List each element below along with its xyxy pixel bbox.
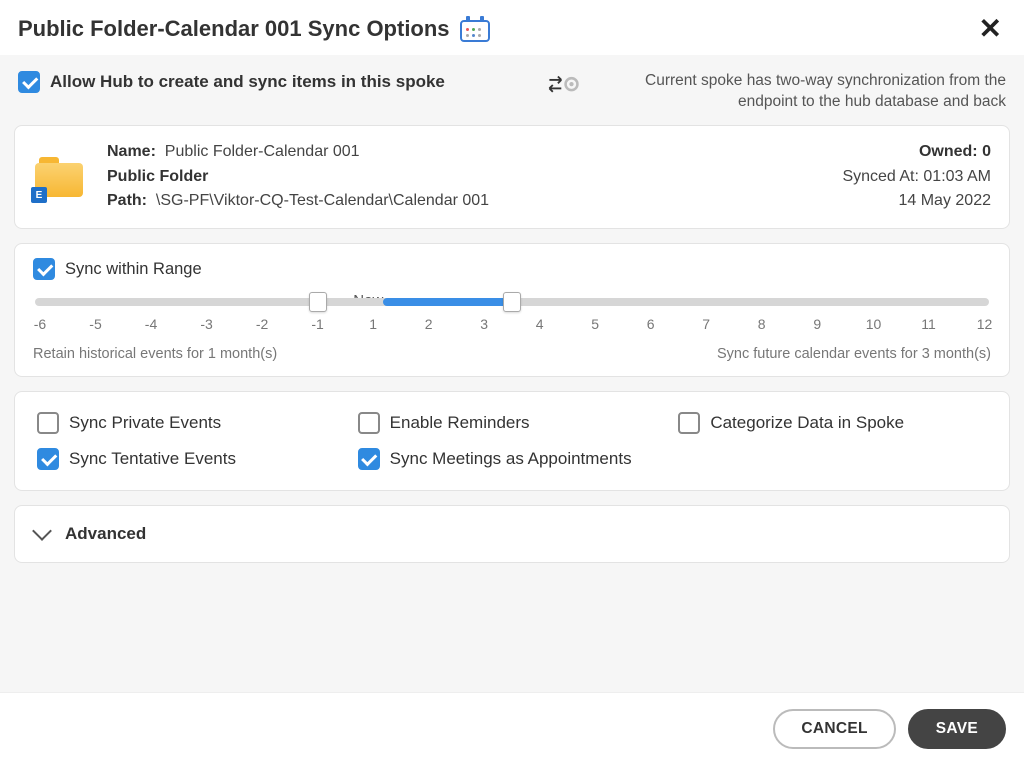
advanced-label: Advanced	[65, 524, 146, 544]
sync-mode-description-box: Current spoke has two-way synchronizatio…	[546, 71, 1006, 113]
sync-mode-description: Current spoke has two-way synchronizatio…	[590, 71, 1006, 113]
sync-options-card: Sync Private Events Enable Reminders Cat…	[14, 391, 1010, 491]
sync-range-checkbox[interactable]	[33, 258, 55, 280]
path-value: \SG-PF\Viktor-CQ-Test-Calendar\Calendar …	[156, 192, 489, 209]
close-icon[interactable]: ✕	[975, 15, 1006, 43]
range-handle-right[interactable]	[503, 292, 521, 312]
synced-label: Synced At:	[842, 168, 919, 185]
sync-tentative-checkbox[interactable]	[37, 448, 59, 470]
owned-value: 0	[982, 143, 991, 160]
opt-enable-reminders: Enable Reminders	[358, 412, 667, 434]
dialog-header: Public Folder-Calendar 001 Sync Options …	[0, 0, 1024, 57]
sync-future-text: Sync future calendar events for 3 month(…	[717, 346, 991, 362]
range-fill	[383, 298, 512, 306]
dialog-title: Public Folder-Calendar 001 Sync Options	[18, 16, 450, 42]
sync-options-dialog: Public Folder-Calendar 001 Sync Options …	[0, 0, 1024, 764]
owned-label: Owned:	[919, 143, 978, 160]
dialog-body: Allow Hub to create and sync items in th…	[0, 55, 1024, 692]
two-way-sync-icon	[546, 73, 580, 97]
allow-hub-row: Allow Hub to create and sync items in th…	[18, 71, 445, 93]
spoke-info-card: Name: Public Folder-Calendar 001 Public …	[14, 125, 1010, 229]
range-handle-left[interactable]	[309, 292, 327, 312]
spoke-info-left: Name: Public Folder-Calendar 001 Public …	[107, 140, 842, 214]
synced-date: 14 May 2022	[898, 192, 991, 209]
folder-type: Public Folder	[107, 168, 208, 185]
sync-meetings-appt-checkbox[interactable]	[358, 448, 380, 470]
opt-sync-private: Sync Private Events	[37, 412, 346, 434]
chevron-down-icon	[32, 521, 52, 541]
name-label: Name:	[107, 143, 156, 160]
name-value: Public Folder-Calendar 001	[165, 143, 360, 160]
public-folder-icon	[33, 153, 89, 201]
save-button[interactable]: SAVE	[908, 709, 1006, 749]
synced-value: 01:03 AM	[923, 168, 991, 185]
categorize-data-checkbox[interactable]	[678, 412, 700, 434]
opt-sync-meetings-appt: Sync Meetings as Appointments	[358, 448, 667, 470]
enable-reminders-checkbox[interactable]	[358, 412, 380, 434]
sync-private-checkbox[interactable]	[37, 412, 59, 434]
range-ticks: -6 -5 -4 -3 -2 -1 1 2 3 4 5 6 7 8 9 10 1…	[33, 316, 991, 332]
dialog-footer: CANCEL SAVE	[0, 692, 1024, 764]
sync-range-slider[interactable]: Now	[33, 298, 991, 306]
sync-range-card: Sync within Range Now -6 -5 -4 -3 -2 -1 …	[14, 243, 1010, 377]
calendar-icon	[460, 14, 490, 44]
opt-sync-tentative: Sync Tentative Events	[37, 448, 346, 470]
advanced-section-toggle[interactable]: Advanced	[14, 505, 1010, 563]
opt-categorize-data: Categorize Data in Spoke	[678, 412, 987, 434]
top-controls: Allow Hub to create and sync items in th…	[14, 69, 1010, 115]
retain-historical-text: Retain historical events for 1 month(s)	[33, 346, 277, 362]
spoke-info-right: Owned: 0 Synced At: 01:03 AM 14 May 2022	[842, 140, 991, 214]
sync-range-label: Sync within Range	[65, 260, 202, 279]
cancel-button[interactable]: CANCEL	[773, 709, 895, 749]
allow-hub-checkbox[interactable]	[18, 71, 40, 93]
path-label: Path:	[107, 192, 147, 209]
allow-hub-label: Allow Hub to create and sync items in th…	[50, 72, 445, 92]
